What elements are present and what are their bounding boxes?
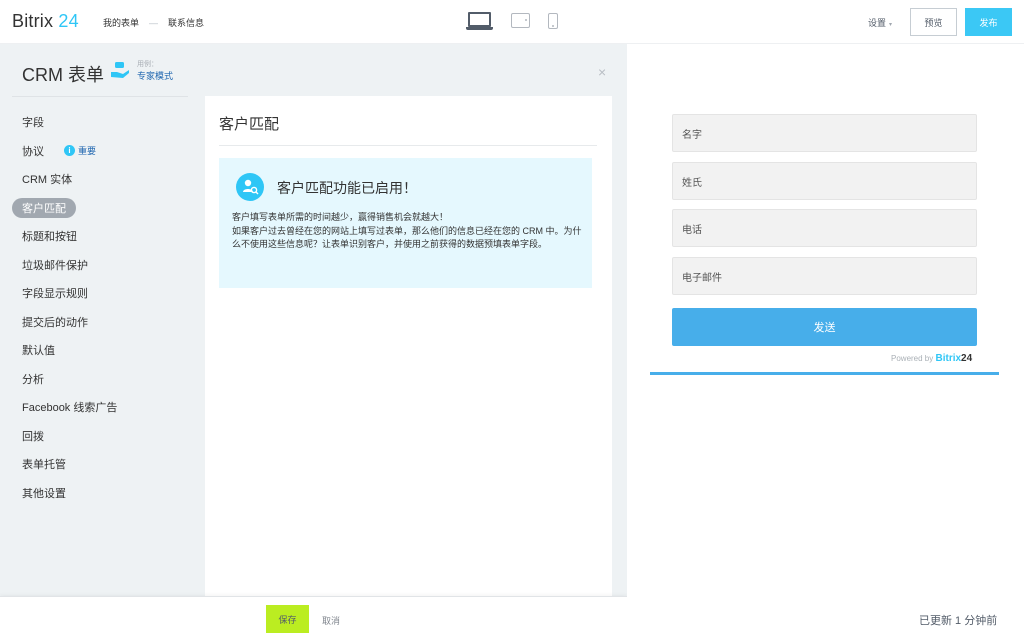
important-badge: 重要 (78, 146, 97, 157)
last-updated-status: 已更新 1 分钟前 (919, 615, 998, 627)
nav-item-title-buttons[interactable]: 标题和按钮 (12, 222, 202, 251)
phone-icon[interactable] (548, 13, 558, 29)
divider (12, 96, 188, 97)
top-bar: Bitrix 24 我的表单 — 联系信息 设置 ▾ 预览 发布 (0, 0, 1024, 44)
notice-text: 客户填写表单所需的时间越少，赢得销售机会就越大！ 如果客户过去曾经在您的网站上填… (232, 212, 582, 249)
breadcrumb-contact-info[interactable]: 联系信息 (168, 16, 204, 29)
settings-dropdown[interactable]: 设置 ▾ (868, 16, 892, 29)
first-name-field[interactable]: 名字 (672, 114, 977, 152)
nav-item-spam-protection[interactable]: 垃圾邮件保护 (12, 251, 202, 280)
form-preview: 名字 姓氏 电话 电子邮件 发送 Powered by Bitrix24 已更新… (627, 44, 1024, 640)
nav-item-crm-entities[interactable]: CRM 实体 (12, 165, 202, 194)
nav-item-customer-matching[interactable]: 客户匹配 (12, 194, 202, 223)
divider (219, 145, 597, 146)
user-search-icon (236, 173, 264, 201)
nav-item-fields[interactable]: 字段 (12, 108, 202, 137)
preview-divider (650, 372, 999, 375)
settings-panel: 客户匹配 客户匹配功能已启用！ 客户填写表单所需的时间越少，赢得销售机会就越大！… (205, 96, 612, 640)
nav-item-agreements[interactable]: 协议 i 重要 (12, 137, 202, 166)
nav-item-field-rules[interactable]: 字段显示规则 (12, 279, 202, 308)
nav-item-callback[interactable]: 回拨 (12, 422, 202, 451)
nav-item-hosting[interactable]: 表单托管 (12, 450, 202, 479)
mode-prefix: 用例： (137, 61, 158, 68)
customer-matching-notice: 客户匹配功能已启用！ 客户填写表单所需的时间越少，赢得销售机会就越大！ 如果客户… (219, 158, 592, 288)
hand-icon (111, 62, 129, 78)
breadcrumb-separator: — (149, 17, 159, 28)
bitrix24-logo[interactable]: Bitrix 24 (12, 11, 79, 32)
preview-button[interactable]: 预览 (910, 8, 957, 36)
tablet-icon[interactable] (511, 13, 530, 28)
breadcrumb: 我的表单 — 联系信息 (103, 16, 204, 29)
chevron-down-icon: ▾ (889, 22, 893, 28)
close-icon[interactable]: × (598, 64, 606, 80)
last-name-field[interactable]: 姓氏 (672, 162, 977, 200)
phone-field[interactable]: 电话 (672, 209, 977, 247)
laptop-icon[interactable] (466, 12, 493, 30)
email-field[interactable]: 电子邮件 (672, 257, 977, 295)
powered-by: Powered by Bitrix24 (891, 353, 973, 364)
editor-footer: 保存 取消 (0, 596, 627, 640)
cancel-button[interactable]: 取消 (322, 614, 340, 627)
send-button[interactable]: 发送 (672, 308, 977, 346)
nav-item-other-settings[interactable]: 其他设置 (12, 479, 202, 508)
breadcrumb-my-forms[interactable]: 我的表单 (103, 16, 139, 29)
info-icon: i (64, 145, 75, 157)
notice-heading: 客户匹配功能已启用！ (277, 180, 417, 196)
settings-nav: 字段 协议 i 重要 CRM 实体 客户匹配 标题和按钮 垃圾邮件保护 字段显示… (12, 108, 202, 507)
page-title: CRM 表单 (22, 65, 104, 85)
form-editor: CRM 表单 用例： 专家模式 × 字段 协议 i 重要 CRM 实体 客户匹配… (0, 44, 627, 640)
nav-item-after-submit[interactable]: 提交后的动作 (12, 308, 202, 337)
panel-title: 客户匹配 (219, 116, 280, 133)
nav-item-facebook-ads[interactable]: Facebook 线索广告 (12, 393, 202, 422)
publish-button[interactable]: 发布 (965, 8, 1012, 36)
save-button[interactable]: 保存 (266, 605, 309, 633)
nav-item-defaults[interactable]: 默认值 (12, 336, 202, 365)
nav-item-analytics[interactable]: 分析 (12, 365, 202, 394)
device-switcher (466, 12, 558, 30)
expert-mode-link[interactable]: 专家模式 (137, 69, 173, 82)
